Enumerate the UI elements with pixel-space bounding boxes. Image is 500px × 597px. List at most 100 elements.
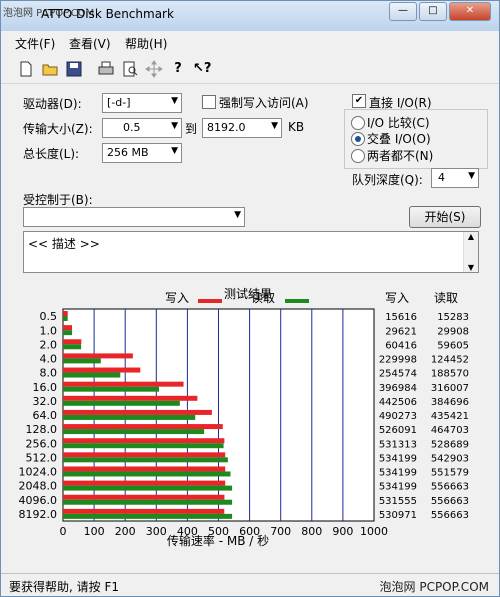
controlled-by-select[interactable]: ▼ [23, 207, 245, 227]
read-bar [63, 344, 82, 350]
x-tick-label: 0 [60, 525, 67, 538]
transfer-size-label: 1.0 [40, 324, 58, 337]
open-icon[interactable] [41, 60, 59, 78]
menu-file[interactable]: 文件(F) [15, 35, 55, 52]
status-text: 要获得帮助, 请按 F1 [9, 580, 119, 594]
maximize-button[interactable]: □ [419, 2, 447, 21]
x-axis-title: 传输速率 - MB / 秒 [167, 533, 269, 548]
description-scrollbar[interactable]: ▲ ▼ [463, 232, 478, 272]
read-bar [63, 386, 159, 392]
start-button[interactable]: 开始(S) [409, 206, 481, 228]
scroll-down-icon[interactable]: ▼ [464, 263, 478, 272]
write-bar [63, 367, 141, 373]
drive-select[interactable]: [-d-] ▼ [102, 93, 182, 113]
save-icon[interactable] [65, 60, 83, 78]
queue-depth-select[interactable]: 4 ▼ [431, 168, 479, 188]
read-bar [63, 443, 224, 449]
read-value: 528689 [431, 439, 469, 450]
read-value: 542903 [431, 453, 469, 464]
write-value: 254574 [379, 369, 417, 380]
write-bar [63, 494, 225, 500]
x-tick-label: 300 [146, 525, 167, 538]
neither-radio[interactable] [351, 149, 365, 163]
read-bar [63, 513, 233, 519]
write-bar [63, 339, 82, 345]
transfer-from-value: 0.5 [123, 121, 141, 134]
read-bar [63, 499, 233, 505]
menu-view[interactable]: 查看(V) [69, 35, 111, 52]
transfer-size-label: 4.0 [40, 353, 58, 366]
read-value: 384696 [431, 397, 469, 408]
write-value: 442506 [379, 397, 417, 408]
write-bar [63, 466, 226, 472]
window-title: ATTO Disk Benchmark [41, 7, 174, 21]
kb-label: KB [288, 120, 305, 134]
write-value: 29621 [385, 326, 417, 337]
transfer-size-labels: 0.51.02.0 4.08.016.032.064.0128.0256.0512… [19, 310, 58, 521]
transfer-size-label: 4096.0 [19, 494, 57, 507]
read-value: 556663 [431, 482, 469, 493]
write-value: 531313 [379, 439, 417, 450]
description-box[interactable]: << 描述 >> ▲ ▼ [23, 231, 479, 273]
toolbar: ? ↖? [1, 55, 499, 84]
context-help-icon[interactable]: ↖? [193, 60, 211, 78]
to-label: 到 [185, 122, 198, 136]
write-bar [63, 438, 225, 444]
write-bar [63, 480, 226, 486]
queue-depth-label: 队列深度(Q): [352, 173, 423, 187]
transfer-size-label: 64.0 [33, 409, 58, 422]
write-value: 490273 [379, 411, 417, 422]
title-bar: 泡泡网 PCPOP.COM ATTO Disk Benchmark — □ ✕ [1, 1, 499, 31]
read-values: 15283 29908 59605 124452 188570 316007 384696 4… [431, 312, 469, 521]
write-value: 15616 [385, 312, 417, 323]
read-value: 188570 [431, 369, 469, 380]
transfer-from-select[interactable]: 0.5 ▼ [102, 118, 182, 138]
chevron-down-icon: ▼ [468, 171, 475, 181]
read-value: 435421 [431, 411, 469, 422]
x-tick-label: 700 [270, 525, 291, 538]
total-length-select[interactable]: 256 MB ▼ [102, 143, 182, 163]
minimize-button[interactable]: — [389, 2, 417, 21]
transfer-to-select[interactable]: 8192.0 ▼ [202, 118, 282, 138]
scroll-up-icon[interactable]: ▲ [464, 232, 478, 241]
io-compare-label: I/O 比较(C) [367, 116, 430, 130]
legend-write-label: 写入 [165, 291, 189, 305]
write-bar [63, 409, 212, 415]
overlapped-io-radio[interactable] [351, 132, 365, 146]
app-window: 泡泡网 PCPOP.COM ATTO Disk Benchmark — □ ✕ … [0, 0, 500, 597]
transfer-size-label: 2048.0 [19, 480, 57, 493]
direct-io-checkbox[interactable]: ✔ [352, 94, 366, 108]
transfer-size-label: 128.0 [26, 423, 58, 436]
transfer-size-label: 8192.0 [19, 508, 57, 521]
x-tick-label: 800 [301, 525, 322, 538]
write-value: 530971 [379, 510, 417, 521]
read-bar [63, 485, 233, 491]
menu-help[interactable]: 帮助(H) [125, 35, 167, 52]
transfer-size-label: 传输大小(Z): [23, 122, 93, 136]
close-button[interactable]: ✕ [449, 2, 491, 21]
move-icon[interactable] [145, 60, 163, 78]
transfer-to-value: 8192.0 [207, 121, 246, 134]
read-value: 316007 [431, 383, 469, 394]
neither-label: 两者都不(N) [367, 149, 434, 163]
total-length-label: 总长度(L): [23, 147, 80, 161]
io-mode-group: I/O 比较(C) 交叠 I/O(O) 两者都不(N) [344, 109, 488, 169]
write-value: 534199 [379, 468, 417, 479]
read-value: 124452 [431, 355, 469, 366]
print-preview-icon[interactable] [121, 60, 139, 78]
help-icon[interactable]: ? [169, 60, 187, 78]
write-values: 15616 29621 60416 229998 254574 396984 442506 4… [379, 312, 417, 521]
read-bar [63, 471, 231, 477]
transfer-size-label: 2.0 [40, 338, 58, 351]
print-icon[interactable] [97, 60, 115, 78]
results-chart: 测试结果 写入 读取 写入 读取 0.51.02.04.08.016.032.0… [19, 286, 470, 548]
overlapped-io-label: 交叠 I/O(O) [367, 132, 431, 146]
legend-read-label: 读取 [251, 291, 275, 305]
write-value: 526091 [379, 425, 417, 436]
io-compare-radio[interactable] [351, 116, 365, 130]
legend-read-swatch [285, 299, 309, 303]
new-icon[interactable] [17, 60, 35, 78]
legend-write-swatch [198, 299, 222, 303]
force-write-checkbox[interactable] [202, 95, 216, 109]
read-bar [63, 414, 196, 420]
